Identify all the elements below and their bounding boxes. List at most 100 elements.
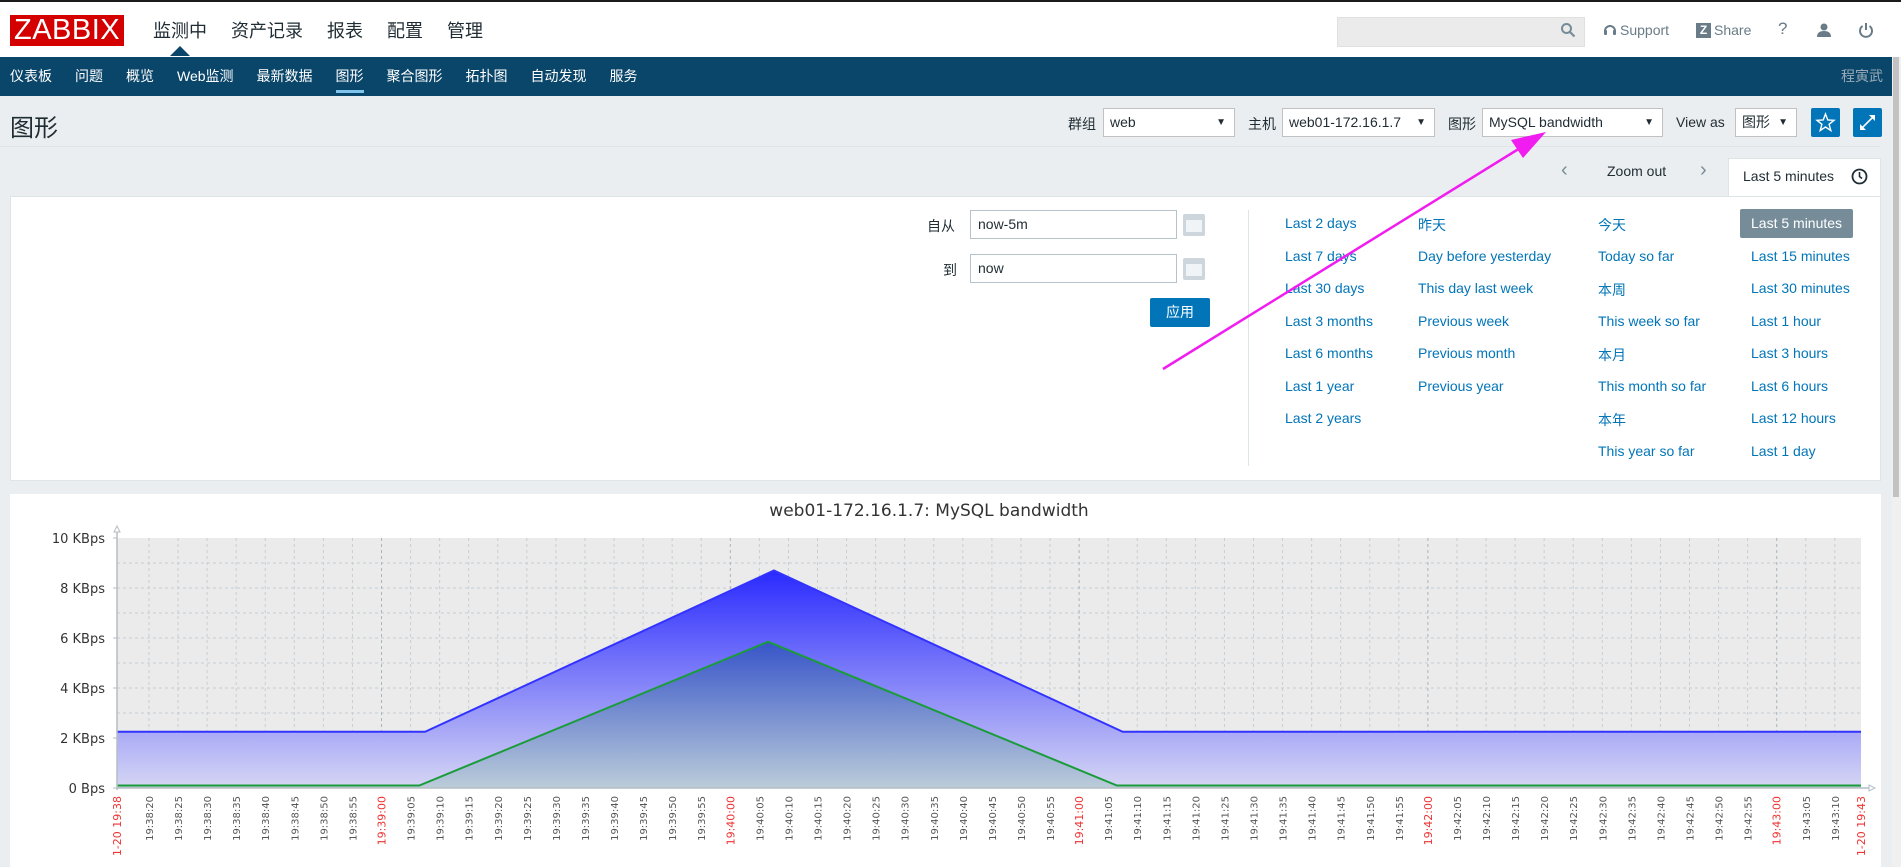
- quick-range-link[interactable]: 本年: [1598, 410, 1626, 430]
- top-menu-monitoring[interactable]: 监测中: [153, 17, 207, 43]
- quick-range-link[interactable]: Last 2 years: [1285, 410, 1361, 426]
- x-tick-label: 19:43:10: [1831, 796, 1842, 841]
- host-select[interactable]: web01-172.16.1.7 ▼: [1282, 108, 1435, 137]
- quick-range-link[interactable]: Last 3 hours: [1751, 345, 1828, 361]
- x-tick-label: 19:38:45: [290, 796, 301, 841]
- nav-maps[interactable]: 拓扑图: [466, 57, 508, 96]
- quick-range-link[interactable]: Last 15 minutes: [1751, 248, 1850, 264]
- share-label: Share: [1714, 22, 1752, 38]
- quick-range-link[interactable]: Last 1 year: [1285, 378, 1354, 394]
- logout-button[interactable]: [1858, 22, 1874, 38]
- fullscreen-icon: [1860, 115, 1875, 130]
- nav-discovery[interactable]: 自动发现: [531, 57, 587, 96]
- nav-overview[interactable]: 概览: [126, 57, 154, 96]
- x-tick-label: 19:40:35: [930, 796, 941, 841]
- filter-divider: [1248, 210, 1249, 466]
- quick-range-link[interactable]: Day before yesterday: [1418, 248, 1551, 264]
- apply-button[interactable]: 应用: [1150, 298, 1210, 327]
- time-filter-tab[interactable]: Last 5 minutes: [1728, 158, 1881, 196]
- time-next-button[interactable]: ›: [1700, 159, 1707, 182]
- profile-button[interactable]: [1816, 22, 1832, 38]
- nav-latest-data[interactable]: 最新数据: [257, 57, 313, 96]
- scrollbar-thumb[interactable]: [1893, 57, 1899, 497]
- page-scrollbar[interactable]: [1892, 57, 1901, 867]
- group-select[interactable]: web ▼: [1103, 108, 1235, 137]
- quick-range-link[interactable]: Last 6 months: [1285, 345, 1373, 361]
- quick-range-link[interactable]: This day last week: [1418, 280, 1533, 296]
- x-tick-label: 19:41:20: [1191, 796, 1202, 841]
- y-tick-label: 10 KBps: [52, 532, 105, 547]
- graph-select[interactable]: MySQL bandwidth ▼: [1482, 108, 1663, 137]
- quick-range-link[interactable]: Last 12 hours: [1751, 410, 1836, 426]
- quick-range-link[interactable]: Today so far: [1598, 248, 1674, 264]
- time-prev-button[interactable]: ‹: [1561, 159, 1568, 182]
- quick-range-link[interactable]: 本月: [1598, 345, 1626, 365]
- y-tick-label: 2 KBps: [60, 732, 105, 747]
- zoom-out-button[interactable]: Zoom out: [1607, 163, 1666, 179]
- x-tick-label: 19:39:15: [465, 796, 476, 841]
- quick-range-link[interactable]: Last 30 days: [1285, 280, 1364, 296]
- calendar-icon[interactable]: [1183, 214, 1205, 236]
- x-tick-label: 19:38:55: [348, 796, 359, 841]
- quick-range-link[interactable]: This week so far: [1598, 313, 1700, 329]
- quick-range-link[interactable]: Last 6 hours: [1751, 378, 1828, 394]
- host-value: web01-172.16.1.7: [1289, 114, 1402, 130]
- quick-range-link[interactable]: This month so far: [1598, 378, 1706, 394]
- headset-icon: [1604, 25, 1616, 35]
- search-icon[interactable]: [1560, 22, 1576, 38]
- nav-graphs[interactable]: 图形: [335, 57, 364, 96]
- nav-screens[interactable]: 聚合图形: [387, 57, 443, 96]
- header: ZABBIX 监测中 资产记录 报表 配置 管理 Support Z Share…: [0, 2, 1901, 57]
- favorite-button[interactable]: [1811, 108, 1840, 137]
- quick-range-link[interactable]: This year so far: [1598, 443, 1694, 459]
- top-menu-administration[interactable]: 管理: [447, 17, 483, 43]
- nav-problems[interactable]: 问题: [75, 57, 103, 96]
- view-as-select[interactable]: 图形 ▼: [1735, 108, 1797, 137]
- graph-chart[interactable]: web01-172.16.1.7: MySQL bandwidth 19:38:2…: [0, 494, 1890, 867]
- x-tick-label: 19:41:50: [1366, 796, 1377, 841]
- calendar-icon[interactable]: [1183, 258, 1205, 280]
- graph-label: 图形: [1448, 116, 1476, 132]
- top-menu-reports[interactable]: 报表: [327, 17, 363, 43]
- chevron-down-icon: ▼: [1216, 117, 1226, 128]
- quick-range-link[interactable]: 本周: [1598, 280, 1626, 300]
- zabbix-logo[interactable]: ZABBIX: [10, 15, 125, 46]
- quick-range-link[interactable]: 今天: [1598, 215, 1626, 235]
- quick-range-link[interactable]: Previous month: [1418, 345, 1515, 361]
- quick-range-link[interactable]: Last 3 months: [1285, 313, 1373, 329]
- x-tick-label: 19:42:25: [1569, 796, 1580, 841]
- quick-range-link[interactable]: Last 30 minutes: [1751, 280, 1850, 296]
- support-link[interactable]: Support: [1603, 22, 1669, 38]
- x-tick-label: 19:41:35: [1279, 796, 1290, 841]
- share-link[interactable]: Z Share: [1696, 22, 1751, 38]
- help-button[interactable]: ?: [1778, 19, 1787, 39]
- quick-range-link[interactable]: Last 1 day: [1751, 443, 1816, 459]
- quick-range-link[interactable]: Last 1 hour: [1751, 313, 1821, 329]
- quick-range-link[interactable]: Previous week: [1418, 313, 1509, 329]
- quick-range-link[interactable]: Last 2 days: [1285, 215, 1357, 231]
- x-tick-label: 19:42:10: [1482, 796, 1493, 841]
- x-tick-label: 19:39:30: [552, 796, 563, 841]
- y-tick-label: 0 Bps: [69, 782, 106, 797]
- to-input[interactable]: now: [970, 254, 1177, 283]
- top-menu-inventory[interactable]: 资产记录: [231, 17, 303, 43]
- x-tick-label: 19:42:05: [1453, 796, 1464, 841]
- from-input[interactable]: now-5m: [970, 210, 1177, 239]
- nav-web[interactable]: Web监测: [177, 57, 234, 96]
- from-value: now-5m: [978, 216, 1028, 232]
- time-filter-panel: [10, 196, 1881, 481]
- x-tick-label: 19:41:45: [1337, 796, 1348, 841]
- y-tick-label: 6 KBps: [60, 632, 105, 647]
- nav-services[interactable]: 服务: [610, 57, 638, 96]
- x-tick-label: 19:39:20: [494, 796, 505, 841]
- x-tick-label: 19:42:50: [1715, 796, 1726, 841]
- fullscreen-button[interactable]: [1853, 108, 1882, 137]
- search-input[interactable]: [1337, 17, 1585, 47]
- chevron-down-icon: ▼: [1416, 117, 1426, 128]
- quick-range-link[interactable]: Last 5 minutes: [1740, 209, 1854, 238]
- quick-range-link[interactable]: Last 7 days: [1285, 248, 1357, 264]
- top-menu-configuration[interactable]: 配置: [387, 17, 423, 43]
- quick-range-link[interactable]: Previous year: [1418, 378, 1504, 394]
- quick-range-link[interactable]: 昨天: [1418, 215, 1446, 235]
- nav-dashboard[interactable]: 仪表板: [10, 57, 52, 96]
